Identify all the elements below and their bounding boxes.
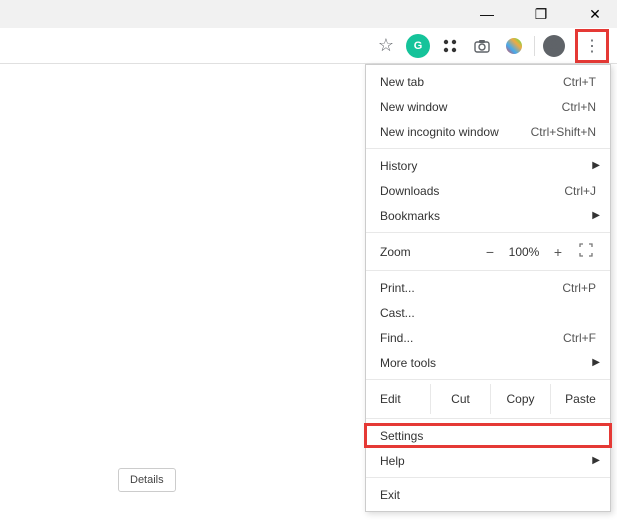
menu-bookmarks[interactable]: Bookmarks ▶ — [366, 203, 610, 228]
menu-button-highlight: ⋮ — [575, 29, 609, 63]
menu-cut[interactable]: Cut — [430, 384, 490, 414]
menu-edit-label: Edit — [366, 384, 430, 414]
toolbar-divider — [534, 36, 535, 56]
chevron-right-icon: ▶ — [592, 455, 600, 466]
browser-toolbar: ☆ G ⋮ — [0, 28, 617, 64]
colorpicker-extension-icon[interactable] — [502, 34, 526, 58]
menu-zoom: Zoom − 100% + — [366, 237, 610, 266]
chevron-right-icon: ▶ — [592, 160, 600, 171]
zoom-value: 100% — [504, 245, 544, 259]
chrome-menu-button[interactable]: ⋮ — [580, 34, 604, 58]
menu-cast[interactable]: Cast... — [366, 300, 610, 325]
window-titlebar: — ❐ ✕ — [0, 0, 617, 28]
menu-exit[interactable]: Exit — [366, 482, 610, 507]
chevron-right-icon: ▶ — [592, 210, 600, 221]
menu-print[interactable]: Print... Ctrl+P — [366, 275, 610, 300]
menu-more-tools[interactable]: More tools ▶ — [366, 350, 610, 375]
minimize-button[interactable]: — — [469, 0, 505, 28]
menu-copy[interactable]: Copy — [490, 384, 550, 414]
menu-edit-row: Edit Cut Copy Paste — [366, 384, 610, 414]
menu-new-window[interactable]: New window Ctrl+N — [366, 94, 610, 119]
menu-history[interactable]: History ▶ — [366, 153, 610, 178]
close-button[interactable]: ✕ — [577, 0, 613, 28]
camera-extension-icon[interactable] — [470, 34, 494, 58]
profile-avatar-icon[interactable] — [543, 35, 565, 57]
zoom-out-button[interactable]: − — [476, 244, 504, 260]
menu-downloads[interactable]: Downloads Ctrl+J — [366, 178, 610, 203]
menu-new-tab[interactable]: New tab Ctrl+T — [366, 69, 610, 94]
menu-help[interactable]: Help ▶ — [366, 448, 610, 473]
maximize-button[interactable]: ❐ — [523, 0, 559, 28]
menu-find[interactable]: Find... Ctrl+F — [366, 325, 610, 350]
fullscreen-icon[interactable] — [572, 243, 600, 260]
menu-paste[interactable]: Paste — [550, 384, 610, 414]
extension-icon[interactable] — [438, 34, 462, 58]
menu-settings[interactable]: Settings — [366, 423, 610, 448]
chevron-right-icon: ▶ — [592, 357, 600, 368]
details-button[interactable]: Details — [118, 468, 176, 492]
chrome-menu-dropdown: New tab Ctrl+T New window Ctrl+N New inc… — [365, 64, 611, 512]
grammarly-extension-icon[interactable]: G — [406, 34, 430, 58]
zoom-in-button[interactable]: + — [544, 244, 572, 260]
menu-new-incognito[interactable]: New incognito window Ctrl+Shift+N — [366, 119, 610, 144]
bookmark-star-icon[interactable]: ☆ — [374, 34, 398, 58]
